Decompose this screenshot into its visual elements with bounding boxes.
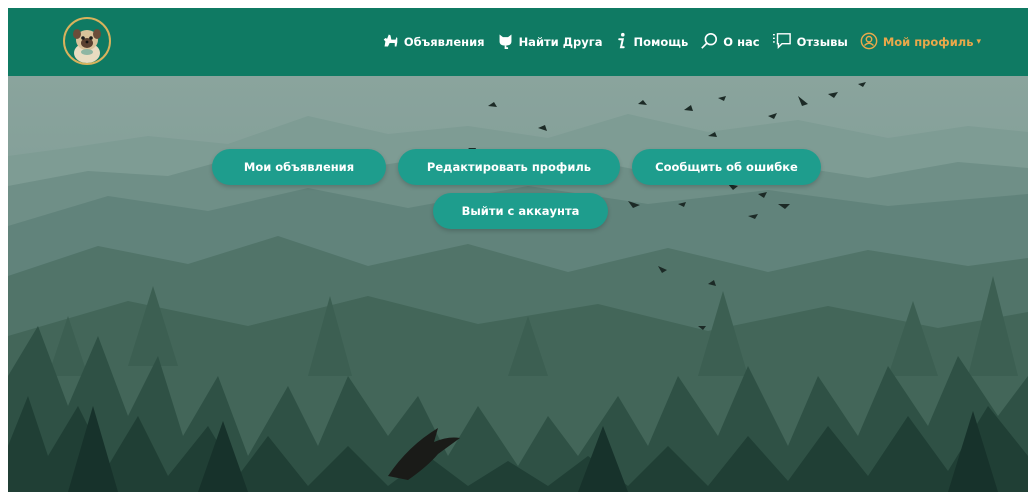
- profile-label: Мой профиль: [882, 35, 974, 49]
- search-icon: [700, 32, 718, 53]
- main-nav: Объявления Найти Друга Помощь О нас Отзы…: [382, 8, 1028, 76]
- nav-item-label: Объявления: [403, 35, 485, 49]
- nav-item-label: Помощь: [633, 35, 689, 49]
- pug-logo-icon: [73, 29, 101, 63]
- edit-profile-button[interactable]: Редактировать профиль: [398, 149, 620, 185]
- nav-item-reviews[interactable]: Отзывы: [772, 32, 848, 53]
- profile-dropdown[interactable]: Мой профиль ▾: [860, 32, 981, 53]
- report-bug-button[interactable]: Сообщить об ошибке: [632, 149, 821, 185]
- nav-item-ads[interactable]: Объявления: [382, 32, 485, 52]
- user-circle-icon: [860, 32, 878, 53]
- logo[interactable]: [63, 17, 111, 65]
- logout-button[interactable]: Выйти с аккаунта: [433, 193, 608, 229]
- forest-mountain-background: [8, 76, 1028, 492]
- info-icon: [614, 32, 628, 53]
- chevron-down-icon: ▾: [976, 37, 981, 47]
- nav-item-label: О нас: [723, 35, 760, 49]
- nav-item-about[interactable]: О нас: [700, 32, 760, 53]
- cat-icon: [497, 32, 514, 52]
- chat-icon: [772, 32, 792, 53]
- navbar: Объявления Найти Друга Помощь О нас Отзы…: [8, 8, 1028, 76]
- nav-item-find-friend[interactable]: Найти Друга: [497, 32, 603, 52]
- page: Объявления Найти Друга Помощь О нас Отзы…: [8, 8, 1028, 492]
- dog-icon: [382, 32, 399, 52]
- my-ads-button[interactable]: Мои объявления: [212, 149, 386, 185]
- nav-item-help[interactable]: Помощь: [614, 32, 688, 53]
- nav-item-label: Найти Друга: [518, 35, 603, 49]
- nav-item-label: Отзывы: [796, 35, 848, 49]
